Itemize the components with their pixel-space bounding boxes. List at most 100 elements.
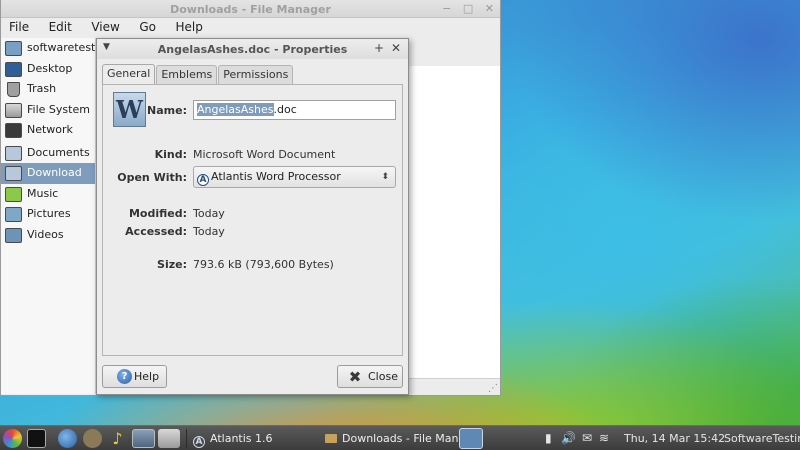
modified-value: Today (193, 207, 225, 220)
sidebar-item-label: Pictures (27, 207, 71, 220)
open-with-select[interactable]: A Atlantis Word Processor ⬍ (193, 166, 396, 188)
file-list-pane[interactable] (401, 66, 500, 378)
sidebar-item-download[interactable]: Download (1, 163, 95, 184)
atlantis-app-icon: A (197, 174, 209, 186)
sidebar-item-trash[interactable]: Trash (1, 79, 95, 100)
file-manager-titlebar[interactable]: Downloads - File Manager − □ ✕ (1, 0, 500, 18)
sidebar-item-videos[interactable]: Videos (1, 225, 95, 246)
menu-go[interactable]: Go (139, 18, 156, 36)
properties-dialog[interactable]: ▼ AngelasAshes.doc - Properties + ✕ Gene… (96, 38, 409, 395)
sidebar-item-label: Trash (27, 82, 57, 95)
menu-view[interactable]: View (91, 18, 119, 36)
menu-file[interactable]: File (9, 18, 29, 36)
sidebar-item-label: File System (27, 102, 90, 116)
folder-icon (325, 434, 337, 443)
menu-edit[interactable]: Edit (49, 18, 72, 36)
user-name[interactable]: SoftwareTesting (724, 429, 800, 448)
sidebar-item-home[interactable]: softwaretesting (1, 38, 95, 59)
open-with-label: Open With: (117, 171, 187, 184)
sidebar-item-label: Download (27, 166, 82, 179)
minimize-icon[interactable]: − (442, 2, 451, 15)
name-selected-text: AngelasAshes (197, 103, 274, 116)
battery-icon[interactable]: ▮ (545, 429, 552, 448)
taskbar: ♪ A Atlantis 1.6 Downloads - File Man... … (0, 425, 800, 450)
sidebar-item-label: Videos (27, 227, 64, 241)
file-manager-launcher-icon[interactable] (158, 429, 180, 448)
app-menu-icon[interactable] (3, 429, 22, 448)
sidebar-item-file-system[interactable]: File System (1, 100, 95, 121)
places-sidebar: softwaretesting Desktop Trash File Syste… (1, 38, 96, 394)
wifi-icon[interactable]: ≋ (599, 429, 609, 448)
task-label: Downloads - File Man... (342, 432, 469, 445)
task-atlantis[interactable]: A Atlantis 1.6 (193, 428, 273, 449)
atlantis-task-icon: A (193, 436, 205, 448)
sidebar-item-pictures[interactable]: Pictures (1, 204, 95, 225)
name-field[interactable]: AngelasAshes.doc (193, 100, 396, 120)
close-button-label: Close (368, 370, 398, 383)
videos-folder-icon (5, 227, 22, 243)
tab-emblems[interactable]: Emblems (156, 65, 218, 84)
sidebar-item-label: Network (27, 123, 73, 136)
modified-label: Modified: (128, 207, 187, 220)
pictures-folder-icon (5, 207, 22, 222)
updown-arrow-icon: ⬍ (381, 172, 389, 182)
help-button[interactable]: ? Help (102, 365, 167, 388)
mail-icon[interactable]: ✉ (582, 429, 592, 448)
maximize-icon[interactable]: □ (463, 2, 473, 15)
desktop-icon (5, 61, 22, 77)
music-player-icon[interactable]: ♪ (108, 429, 127, 448)
file-manager-title: Downloads - File Manager (170, 3, 331, 16)
close-x-icon: ✖ (348, 368, 362, 386)
name-extension-text: .doc (273, 103, 297, 116)
clock[interactable]: Thu, 14 Mar 15:42 (624, 429, 725, 448)
sidebar-item-documents[interactable]: Documents (1, 143, 95, 164)
open-with-value: Atlantis Word Processor (211, 170, 341, 183)
size-value: 793.6 kB (793,600 Bytes) (193, 258, 334, 271)
sidebar-item-desktop[interactable]: Desktop (1, 59, 95, 80)
sidebar-item-network[interactable]: Network (1, 120, 95, 141)
name-label: Name: (147, 104, 187, 117)
terminal-icon[interactable] (27, 429, 46, 448)
accessed-label: Accessed: (125, 225, 187, 238)
home-folder-icon (5, 41, 22, 56)
sidebar-item-music[interactable]: Music (1, 184, 95, 205)
pin-icon[interactable]: + (374, 41, 384, 55)
tab-bar: General Emblems Permissions (102, 64, 294, 84)
download-folder-icon (5, 166, 22, 181)
trash-icon (7, 82, 20, 97)
dialog-title: AngelasAshes.doc - Properties (157, 43, 348, 56)
sidebar-item-label: Desktop (27, 61, 73, 75)
menu-help[interactable]: Help (175, 18, 202, 36)
general-panel: W Name: AngelasAshes.doc Kind: Microsoft… (102, 84, 403, 356)
tab-permissions[interactable]: Permissions (218, 65, 294, 84)
properties-task-icon[interactable] (459, 428, 483, 449)
hard-drive-icon (5, 102, 22, 118)
folder-icon (5, 145, 22, 161)
status-bar: ⋰ (401, 378, 500, 395)
task-label: Atlantis 1.6 (210, 432, 273, 445)
close-icon[interactable]: ✕ (391, 41, 401, 55)
volume-icon[interactable]: 🔊 (561, 429, 576, 448)
tab-general[interactable]: General (102, 64, 156, 84)
help-icon: ? (117, 369, 132, 384)
music-folder-icon (5, 186, 22, 202)
close-button[interactable]: ✖ Close (337, 365, 403, 388)
dialog-titlebar[interactable]: ▼ AngelasAshes.doc - Properties + ✕ (97, 39, 408, 59)
show-desktop-icon[interactable] (132, 429, 155, 448)
sidebar-item-label: Documents (27, 145, 90, 159)
task-file-manager[interactable]: Downloads - File Man... (325, 428, 469, 449)
size-label: Size: (157, 258, 187, 271)
accessed-value: Today (193, 225, 225, 238)
file-manager-menubar: File Edit View Go Help (1, 18, 500, 37)
taskbar-separator (186, 429, 187, 448)
web-browser-icon[interactable] (58, 429, 77, 448)
sidebar-item-label: Music (27, 186, 59, 200)
kind-value: Microsoft Word Document (193, 148, 336, 161)
resize-grip-icon[interactable]: ⋰ (488, 383, 498, 394)
image-editor-icon[interactable] (83, 429, 102, 448)
network-icon (5, 123, 22, 138)
sidebar-item-label: softwaretesting (27, 41, 95, 54)
kind-label: Kind: (154, 148, 187, 161)
close-icon[interactable]: ✕ (485, 2, 494, 15)
help-button-label: Help (134, 370, 160, 383)
